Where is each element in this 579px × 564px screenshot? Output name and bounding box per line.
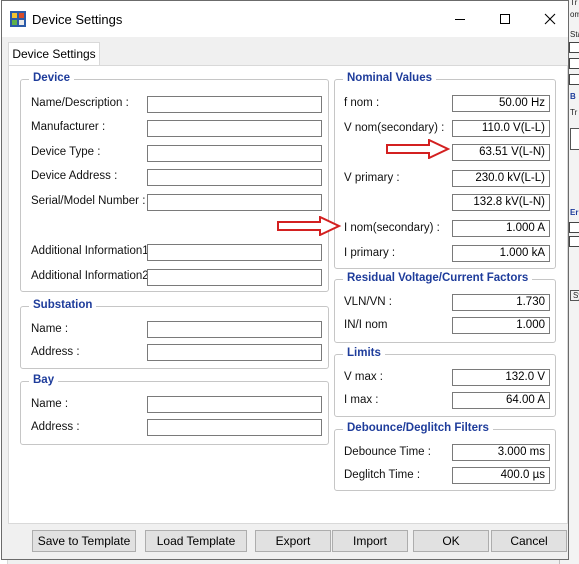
iprimary-input[interactable]: 1.000 kA (452, 245, 550, 262)
red-arrow-annotation-icon (277, 216, 342, 236)
manufacturer-label: Manufacturer : (31, 121, 106, 133)
export-button[interactable]: Export (255, 530, 331, 552)
bg-checkbox (569, 236, 579, 247)
device-type-label: Device Type : (31, 146, 101, 158)
bay-group-title: Bay (29, 374, 59, 386)
debounce-deglitch-group: Debounce/Deglitch Filters Debounce Time … (334, 422, 556, 491)
imax-input[interactable]: 64.00 A (452, 392, 550, 409)
vprimary-ln-input[interactable]: 132.8 kV(L-N) (452, 194, 550, 211)
vnom-secondary-input[interactable]: 110.0 V(L-L) (452, 120, 550, 137)
bg-checkbox (569, 74, 579, 85)
serial-model-number-input[interactable] (147, 194, 322, 211)
additional-information1-label: Additional Information1 : (31, 245, 156, 257)
minimize-icon (455, 19, 465, 20)
bay-group: Bay Name : Address : (20, 374, 329, 445)
bay-name-label: Name : (31, 398, 69, 410)
maximize-button[interactable] (482, 1, 528, 37)
minimize-button[interactable] (437, 1, 483, 37)
bg-box (570, 128, 579, 150)
deglitch-time-label: Deglitch Time : (344, 469, 421, 481)
maximize-icon (500, 14, 510, 24)
bg-fragment: Tr (570, 108, 578, 117)
tab-device-settings[interactable]: Device Settings (8, 42, 100, 66)
load-template-button[interactable]: Load Template (145, 530, 247, 552)
substation-group: Substation Name : Address : (20, 299, 329, 369)
bay-address-label: Address : (31, 421, 80, 433)
inom-secondary-input[interactable]: 1.000 A (452, 220, 550, 237)
app-icon (10, 11, 26, 27)
debounce-deglitch-group-title: Debounce/Deglitch Filters (343, 422, 493, 434)
limits-group-title: Limits (343, 347, 385, 359)
vprimary-label: V primary : (344, 172, 400, 184)
manufacturer-input[interactable] (147, 120, 322, 137)
debounce-time-label: Debounce Time : (344, 446, 431, 458)
substation-name-input[interactable] (147, 321, 322, 338)
vln-vn-input[interactable]: 1.730 (452, 294, 550, 311)
name-description-label: Name/Description : (31, 97, 129, 109)
vprimary-input[interactable]: 230.0 kV(L-L) (452, 170, 550, 187)
residual-factors-group: Residual Voltage/Current Factors VLN/VN … (334, 272, 556, 343)
bg-checkbox (569, 42, 579, 53)
substation-address-input[interactable] (147, 344, 322, 361)
save-to-template-button[interactable]: Save to Template (32, 530, 136, 552)
vnom-ln-input[interactable]: 63.51 V(L-N) (452, 144, 550, 161)
vnom-secondary-label: V nom(secondary) : (344, 122, 445, 134)
nominal-values-group: Nominal Values f nom : 50.00 Hz V nom(se… (334, 72, 556, 269)
device-settings-dialog: Device Settings Device Settings Device N… (1, 0, 569, 560)
serial-model-number-label: Serial/Model Number : (31, 195, 146, 207)
device-address-input[interactable] (147, 169, 322, 186)
close-icon (544, 13, 556, 25)
substation-group-title: Substation (29, 299, 97, 311)
bg-checkbox (569, 222, 579, 233)
bay-name-input[interactable] (147, 396, 322, 413)
device-type-input[interactable] (147, 145, 322, 162)
vln-vn-label: VLN/VN : (344, 296, 392, 308)
device-address-label: Device Address : (31, 170, 118, 182)
in-inom-input[interactable]: 1.000 (452, 317, 550, 334)
close-button[interactable] (527, 1, 573, 37)
bg-checkbox (569, 58, 579, 69)
bg-fragment: Er (570, 208, 579, 217)
substation-name-label: Name : (31, 323, 69, 335)
limits-group: Limits V max : 132.0 V I max : 64.00 A (334, 347, 556, 417)
bay-address-input[interactable] (147, 419, 322, 436)
deglitch-time-input[interactable]: 400.0 µs (452, 467, 550, 484)
import-button[interactable]: Import (332, 530, 408, 552)
debounce-time-input[interactable]: 3.000 ms (452, 444, 550, 461)
nominal-values-group-title: Nominal Values (343, 72, 437, 84)
additional-information1-input[interactable] (147, 244, 322, 261)
device-group: Device Name/Description : Manufacturer :… (20, 72, 329, 292)
vmax-label: V max : (344, 371, 383, 383)
window-title: Device Settings (32, 12, 123, 27)
device-group-title: Device (29, 72, 75, 84)
vmax-input[interactable]: 132.0 V (452, 369, 550, 386)
tab-panel: Device Name/Description : Manufacturer :… (8, 65, 568, 524)
in-inom-label: IN/I nom (344, 319, 388, 331)
title-bar[interactable]: Device Settings (2, 1, 568, 37)
additional-information2-label: Additional Information2 : (31, 270, 156, 282)
inom-secondary-label: I nom(secondary) : (344, 222, 440, 234)
residual-factors-group-title: Residual Voltage/Current Factors (343, 272, 533, 284)
cancel-button[interactable]: Cancel (491, 530, 567, 552)
substation-address-label: Address : (31, 346, 80, 358)
red-arrow-annotation-icon (386, 139, 451, 159)
additional-information2-input[interactable] (147, 269, 322, 286)
name-description-input[interactable] (147, 96, 322, 113)
imax-label: I max : (344, 394, 379, 406)
fnom-label: f nom : (344, 97, 380, 109)
bg-fragment: B (570, 92, 576, 101)
ok-button[interactable]: OK (413, 530, 489, 552)
bg-fragment: Sy (570, 290, 579, 301)
iprimary-label: I primary : (344, 247, 396, 259)
fnom-input[interactable]: 50.00 Hz (452, 95, 550, 112)
